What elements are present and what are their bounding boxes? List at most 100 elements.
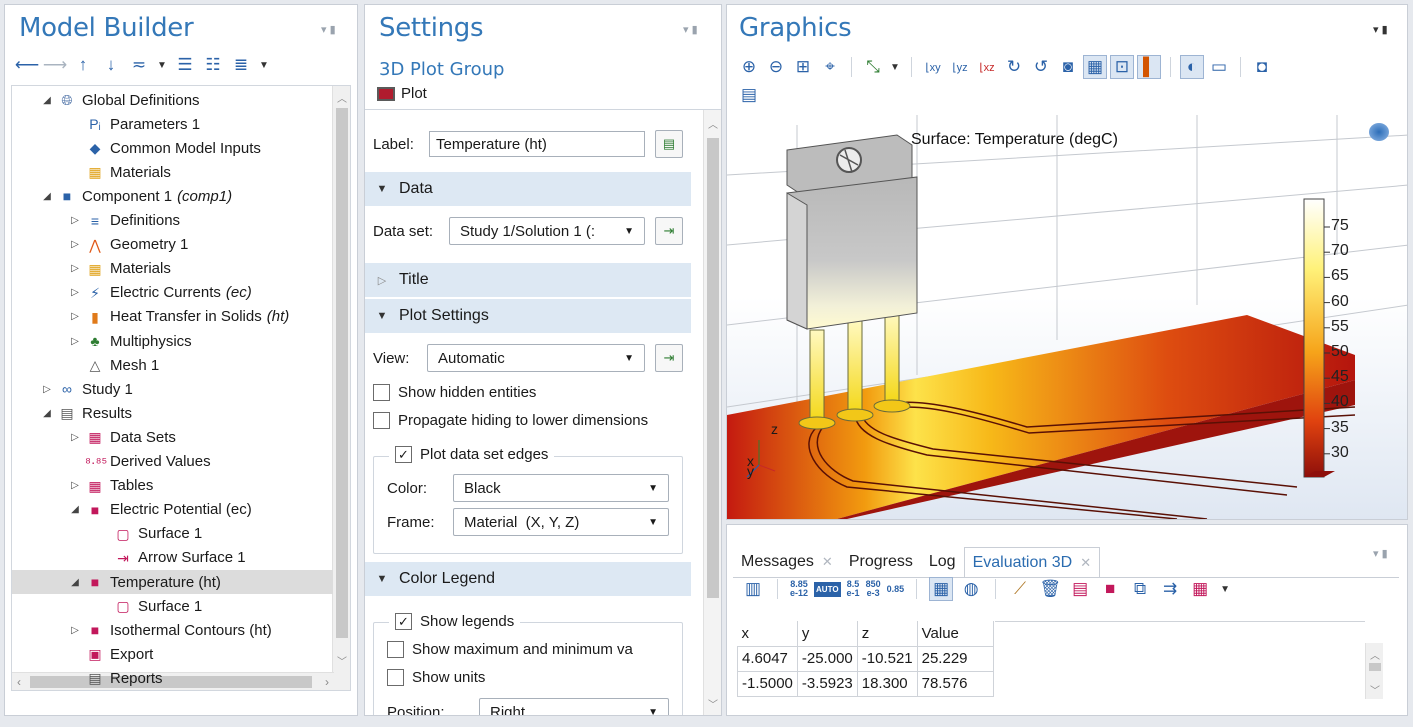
zoom-in-icon[interactable]: ⊕ bbox=[737, 55, 761, 79]
axis-orientation-icon[interactable]: ⤡ bbox=[861, 55, 885, 79]
camera-view-icon[interactable]: ◙ bbox=[1056, 55, 1080, 79]
export-table-icon[interactable]: ⇉ bbox=[1158, 577, 1182, 601]
tree-node[interactable]: ▦ Materials bbox=[12, 160, 170, 184]
auto-button[interactable]: AUTO bbox=[814, 581, 841, 597]
tree-node[interactable]: ◢ ■ Electric Potential (ec) bbox=[12, 498, 252, 522]
close-icon[interactable]: ✕ bbox=[1080, 555, 1091, 571]
scene-icon[interactable] bbox=[1369, 123, 1389, 141]
settings-vertical-scrollbar[interactable]: ︿ ﹀ bbox=[703, 110, 721, 715]
tree-node[interactable]: ▷ ∞ Study 1 bbox=[12, 377, 133, 401]
grid-icon[interactable]: ▦ bbox=[1083, 55, 1107, 79]
frame-select[interactable]: Material (X, Y, Z) ▼ bbox=[453, 508, 669, 536]
column-header[interactable]: x bbox=[737, 621, 798, 646]
forward-arrow-icon[interactable]: ⟶ bbox=[43, 53, 67, 77]
go-to-source-icon[interactable]: ⇥ bbox=[655, 217, 683, 245]
expand-arrow-icon[interactable]: ▷ bbox=[68, 336, 82, 347]
model-render[interactable] bbox=[727, 115, 1408, 519]
collapse-all-icon[interactable]: ☰ bbox=[173, 53, 197, 77]
zoom-box-icon[interactable]: ⊞ bbox=[791, 55, 815, 79]
data-section-header[interactable]: ▼ Data bbox=[365, 172, 691, 206]
tab-messages[interactable]: Messages ✕ bbox=[733, 547, 841, 577]
tree-node[interactable]: ▢ Surface 1 bbox=[12, 522, 202, 546]
column-header[interactable]: z bbox=[857, 621, 918, 646]
position-select[interactable]: Right ▼ bbox=[479, 698, 669, 715]
axis-dropdown-icon[interactable]: ▼ bbox=[888, 55, 902, 79]
expand-all-icon[interactable]: ☷ bbox=[201, 53, 225, 77]
collapse-arrow-icon[interactable]: ◢ bbox=[40, 408, 54, 419]
zoom-extents-icon[interactable]: ⌖ bbox=[818, 55, 842, 79]
precision-e-12-button[interactable]: 8.85 e-12 bbox=[790, 580, 808, 598]
tree-node[interactable]: ▷ ▦ Data Sets bbox=[12, 425, 176, 449]
delete-icon[interactable]: 🗑︎ bbox=[1038, 577, 1062, 601]
table-view-icon[interactable]: ▦ bbox=[929, 577, 954, 601]
close-icon[interactable]: ✕ bbox=[822, 554, 833, 570]
plot-button[interactable]: Plot bbox=[377, 85, 427, 102]
column-header[interactable]: Value bbox=[917, 621, 994, 646]
tree-node[interactable]: ▷ ▦ Tables bbox=[12, 474, 153, 498]
tree-node[interactable]: ▤ Reports bbox=[12, 666, 162, 690]
expand-arrow-icon[interactable]: ▷ bbox=[68, 263, 82, 274]
show-dropdown-icon[interactable]: ▼ bbox=[155, 53, 169, 77]
tree-node[interactable]: ▷ ▮ Heat Transfer in Solids (ht) bbox=[12, 305, 289, 329]
clear-brush-icon[interactable]: ⟋ bbox=[1008, 577, 1032, 601]
tree-node[interactable]: ▷ ≡ Definitions bbox=[12, 209, 180, 233]
list-view-icon[interactable]: ≣ bbox=[229, 53, 253, 77]
tree-node[interactable]: ▢ Surface 1 bbox=[12, 594, 202, 618]
view-select[interactable]: Automatic ▼ bbox=[427, 344, 645, 372]
show-hidden-checkbox[interactable] bbox=[373, 384, 390, 401]
tree-node[interactable]: ◢ ▤ Results bbox=[12, 401, 132, 425]
expand-arrow-icon[interactable]: ▷ bbox=[68, 215, 82, 226]
tree-node[interactable]: ⁸·⁸⁵ Derived Values bbox=[12, 450, 211, 474]
panel-menu-icon[interactable]: ▾ ▮ bbox=[1373, 23, 1388, 36]
expand-arrow-icon[interactable]: ▷ bbox=[68, 432, 82, 443]
collapse-arrow-icon[interactable]: ◢ bbox=[40, 191, 54, 202]
panel-menu-icon[interactable]: ▾ ▮ bbox=[683, 23, 698, 36]
transparency-icon[interactable]: ▭ bbox=[1207, 55, 1231, 79]
collapse-arrow-icon[interactable]: ◢ bbox=[68, 577, 82, 588]
tree-vertical-scrollbar[interactable]: ︿ ﹀ bbox=[332, 86, 350, 690]
tree-node[interactable]: △ Mesh 1 bbox=[12, 353, 160, 377]
tab-log[interactable]: Log bbox=[921, 547, 964, 577]
xz-view-icon[interactable]: ⌊xz bbox=[975, 55, 999, 79]
tree-node[interactable]: ◢ ■ Temperature (ht) bbox=[12, 570, 333, 594]
color-select[interactable]: Black ▼ bbox=[453, 474, 669, 502]
tree-node[interactable]: ◢ ■ Component 1 (comp1) bbox=[12, 184, 232, 208]
axes-icon[interactable]: ⊡ bbox=[1110, 55, 1134, 79]
tree-node[interactable]: ▷ ♣ Multiphysics bbox=[12, 329, 192, 353]
move-up-icon[interactable]: ↑ bbox=[71, 53, 95, 77]
rotate-back-icon[interactable]: ↺ bbox=[1029, 55, 1053, 79]
expand-arrow-icon[interactable]: ▷ bbox=[68, 239, 82, 250]
tree-node[interactable]: ◢ 🌐︎ Global Definitions bbox=[12, 88, 199, 112]
label-field[interactable]: Temperature (ht) bbox=[429, 131, 645, 157]
tree-node[interactable]: ◆ Common Model Inputs bbox=[12, 136, 261, 160]
table-export-icon[interactable]: ▤ bbox=[1068, 577, 1092, 601]
tab-progress[interactable]: Progress bbox=[841, 547, 921, 577]
show-icon[interactable]: ≂ bbox=[127, 53, 151, 77]
tree-node[interactable]: ⇥ Arrow Surface 1 bbox=[12, 546, 245, 570]
table-color-icon[interactable]: ■ bbox=[1098, 577, 1122, 601]
rotate-icon[interactable]: ↻ bbox=[1002, 55, 1026, 79]
zoom-out-icon[interactable]: ⊖ bbox=[764, 55, 788, 79]
move-down-icon[interactable]: ↓ bbox=[99, 53, 123, 77]
tree-node[interactable]: ▷ ■ Isothermal Contours (ht) bbox=[12, 618, 272, 642]
label-edit-icon[interactable]: ▤ bbox=[655, 130, 683, 158]
data-set-select[interactable]: Study 1/Solution 1 (: ▼ bbox=[449, 217, 645, 245]
collapse-arrow-icon[interactable]: ◢ bbox=[40, 95, 54, 106]
tree-node[interactable]: ▷ ▦ Materials bbox=[12, 257, 171, 281]
legend-toggle-icon[interactable]: ▌ bbox=[1137, 55, 1161, 79]
panel-menu-icon[interactable]: ▾ ▮ bbox=[321, 23, 336, 36]
collapse-arrow-icon[interactable]: ◢ bbox=[68, 504, 82, 515]
tree-node[interactable]: ▣ Export bbox=[12, 642, 153, 666]
color-legend-section-header[interactable]: ▼ Color Legend bbox=[365, 562, 691, 596]
table-row[interactable]: -1.5000 -3.5923 18.300 78.576 bbox=[737, 670, 994, 697]
tree-node[interactable]: ▷ ⋀ Geometry 1 bbox=[12, 233, 188, 257]
tree-node[interactable]: ▷ ⚡︎ Electric Currents (ec) bbox=[12, 281, 252, 305]
table-options-dropdown-icon[interactable]: ▼ bbox=[1218, 577, 1232, 601]
xy-view-icon[interactable]: ⌊xy bbox=[921, 55, 945, 79]
precision-e-1-button[interactable]: 8.5 e-1 bbox=[847, 580, 860, 598]
expand-arrow-icon[interactable]: ▷ bbox=[68, 480, 82, 491]
evaluate-icon[interactable]: ▥ bbox=[741, 577, 765, 601]
tab-evaluation-3d[interactable]: Evaluation 3D ✕ bbox=[963, 547, 1101, 577]
table-vertical-scrollbar[interactable]: ︿ ﹀ bbox=[1365, 643, 1383, 699]
table-row[interactable]: 4.6047 -25.000 -10.521 25.229 bbox=[737, 645, 994, 672]
